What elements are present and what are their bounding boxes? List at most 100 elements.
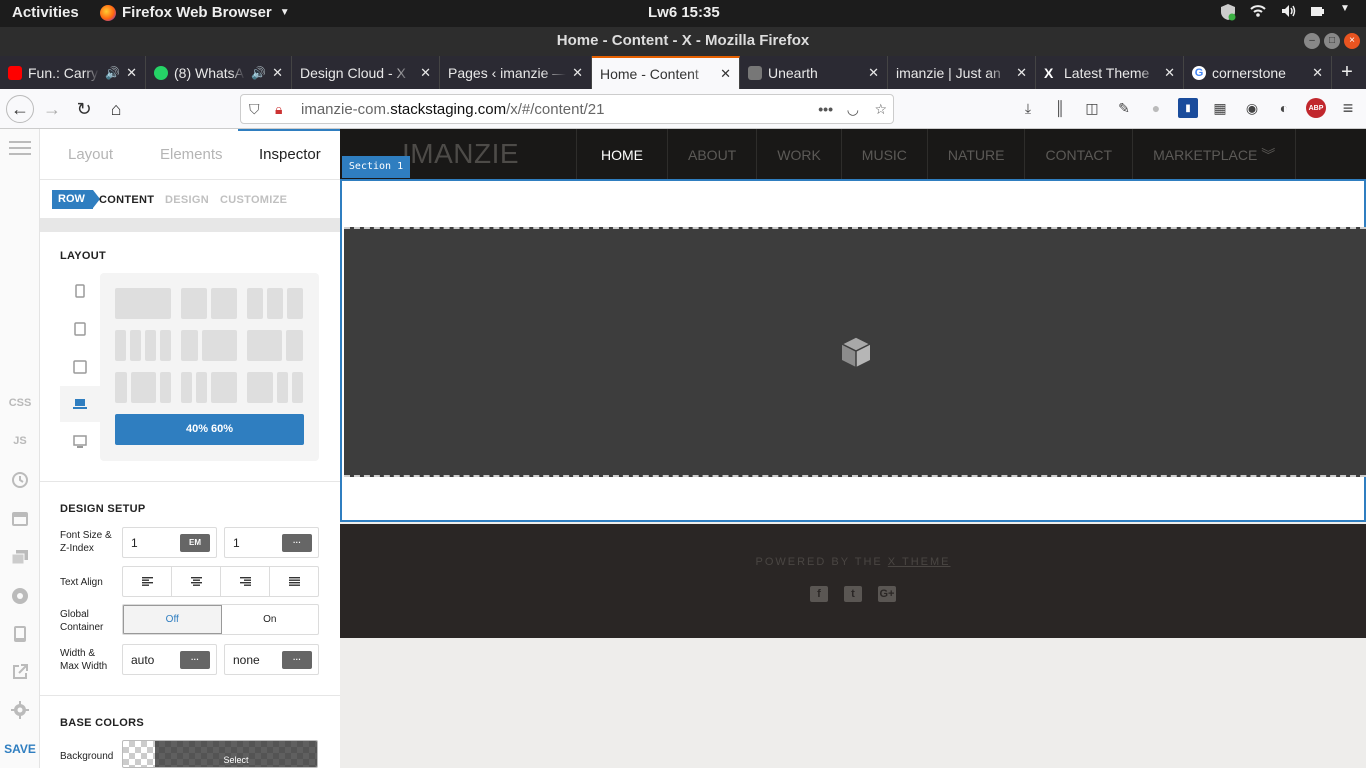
settings-gear-icon[interactable] xyxy=(0,701,40,722)
menu-item-home[interactable]: HOME xyxy=(577,129,668,180)
tab-youtube[interactable]: Fun.: Carry 🔊 ✕ xyxy=(0,56,146,89)
save-button[interactable]: SAVE xyxy=(0,742,40,756)
tab-latest-theme[interactable]: X Latest Theme ✕ xyxy=(1036,56,1184,89)
layout-option-2-1-1[interactable] xyxy=(277,372,288,403)
font-size-unit-button[interactable]: EM xyxy=(180,534,210,552)
z-index-more-button[interactable]: ··· xyxy=(282,534,312,552)
app-menu[interactable]: Firefox Web Browser ▼ xyxy=(100,4,290,21)
account-icon[interactable]: ◉ xyxy=(1242,98,1262,118)
tab-design-cloud[interactable]: Design Cloud - X ✕ xyxy=(292,56,440,89)
adblock-icon[interactable]: ABP xyxy=(1306,98,1326,118)
extension-bars-icon[interactable]: ▮ xyxy=(1178,98,1198,118)
menu-item-about[interactable]: ABOUT xyxy=(668,129,758,180)
align-left-icon[interactable] xyxy=(123,567,172,596)
device-laptop-icon[interactable] xyxy=(60,386,100,422)
hamburger-menu-icon[interactable]: ≡ xyxy=(1338,98,1358,118)
download-icon[interactable]: ⤓ xyxy=(1018,98,1038,118)
close-tab-icon[interactable]: ✕ xyxy=(420,65,431,81)
close-tab-icon[interactable]: ✕ xyxy=(272,65,283,81)
extension-moon-icon[interactable]: ● xyxy=(1146,98,1166,118)
wifi-icon[interactable] xyxy=(1250,3,1266,19)
width-more-button[interactable]: ··· xyxy=(180,651,210,669)
layout-option-1-3[interactable] xyxy=(202,330,237,361)
layout-option-4col[interactable] xyxy=(130,330,141,361)
layout-option-2col-b[interactable] xyxy=(211,288,237,319)
close-tab-icon[interactable]: ✕ xyxy=(720,66,731,82)
twitter-icon[interactable]: t xyxy=(844,586,862,602)
templates-icon[interactable] xyxy=(0,511,40,530)
tracking-shield-icon[interactable]: ⛉ xyxy=(249,101,260,118)
layout-option-3col-b[interactable] xyxy=(267,288,283,319)
max-width-field[interactable]: none ··· xyxy=(224,644,319,675)
tab-cornerstone[interactable]: G cornerstone ✕ xyxy=(1184,56,1332,89)
layout-option-1-1-2[interactable] xyxy=(196,372,207,403)
layout-option-3col-a[interactable] xyxy=(247,288,263,319)
volume-icon[interactable] xyxy=(1280,3,1296,19)
layout-option-2-1-1[interactable] xyxy=(247,372,273,403)
library-icon[interactable]: ║ xyxy=(1050,98,1070,118)
close-window-button[interactable]: × xyxy=(1344,33,1360,49)
power-menu-caret-icon[interactable]: ▼ xyxy=(1340,3,1356,19)
layout-option-1col[interactable] xyxy=(115,288,171,319)
selected-row[interactable] xyxy=(344,227,1366,477)
menu-item-music[interactable]: MUSIC xyxy=(842,129,928,180)
close-tab-icon[interactable]: ✕ xyxy=(1164,65,1175,81)
custom-ratio-button[interactable]: 40% 60% xyxy=(115,414,304,445)
tab-elements[interactable]: Elements xyxy=(160,146,223,163)
z-index-field[interactable]: 1 ··· xyxy=(224,527,319,558)
global-container-off-button[interactable]: Off xyxy=(123,605,222,634)
menu-item-work[interactable]: WORK xyxy=(757,129,842,180)
js-button[interactable]: JS xyxy=(0,435,40,447)
url-text[interactable]: imanzie-com.stackstaging.com/x/#/content… xyxy=(301,101,604,118)
close-tab-icon[interactable]: ✕ xyxy=(868,65,879,81)
max-width-more-button[interactable]: ··· xyxy=(282,651,312,669)
tab-pages[interactable]: Pages ‹ imanzie — ✕ xyxy=(440,56,592,89)
page-actions-icon[interactable]: ••• xyxy=(818,101,833,117)
back-button[interactable]: ← xyxy=(6,95,34,123)
align-justify-icon[interactable] xyxy=(270,567,318,596)
device-sm-phone-icon[interactable] xyxy=(60,311,100,347)
tab-home-content[interactable]: Home - Content ✕ xyxy=(592,56,740,89)
insecure-lock-icon[interactable]: 🔒︎ xyxy=(275,101,282,118)
shield-icon[interactable] xyxy=(1220,3,1236,21)
menu-item-marketplace[interactable]: MARKETPLACE ︾ xyxy=(1133,129,1297,180)
layout-option-1-1-2[interactable] xyxy=(181,372,192,403)
subtab-content[interactable]: CONTENT xyxy=(99,194,154,206)
tab-layout[interactable]: Layout xyxy=(68,146,113,163)
minimize-button[interactable]: – xyxy=(1304,33,1320,49)
layout-option-1-2-1[interactable] xyxy=(115,372,127,403)
close-tab-icon[interactable]: ✕ xyxy=(1016,65,1027,81)
bookmark-star-icon[interactable]: ☆ xyxy=(874,101,887,118)
layout-option-4col[interactable] xyxy=(145,330,156,361)
tab-imanzie[interactable]: imanzie | Just an ✕ xyxy=(888,56,1036,89)
view-site-icon[interactable] xyxy=(0,663,40,684)
tab-inspector[interactable]: Inspector xyxy=(259,146,321,163)
home-button[interactable]: ⌂ xyxy=(102,95,130,123)
menu-icon[interactable] xyxy=(0,141,40,158)
clock[interactable]: Lw6 15:35 xyxy=(648,4,720,21)
activities-button[interactable]: Activities xyxy=(12,4,79,21)
subtab-design[interactable]: DESIGN xyxy=(165,194,209,206)
site-logo[interactable]: IMANZIE xyxy=(402,138,519,170)
menu-item-contact[interactable]: CONTACT xyxy=(1025,129,1134,180)
font-size-field[interactable]: 1 EM xyxy=(122,527,217,558)
width-field[interactable]: auto ··· xyxy=(122,644,217,675)
speaker-icon[interactable]: 🔊 xyxy=(251,66,266,80)
x-theme-link[interactable]: X THEME xyxy=(888,556,951,568)
layout-option-2col-a[interactable] xyxy=(181,288,207,319)
close-tab-icon[interactable]: ✕ xyxy=(1312,65,1323,81)
layout-option-4col[interactable] xyxy=(160,330,171,361)
tab-unearth[interactable]: Unearth ✕ xyxy=(740,56,888,89)
skeleton-icon[interactable] xyxy=(0,587,40,608)
align-center-icon[interactable] xyxy=(172,567,221,596)
css-button[interactable]: CSS xyxy=(0,397,40,409)
global-container-on-button[interactable]: On xyxy=(222,605,319,634)
facebook-icon[interactable]: f xyxy=(810,586,828,602)
history-icon[interactable] xyxy=(0,471,40,492)
menu-item-nature[interactable]: NATURE xyxy=(928,129,1026,180)
layout-option-3-1[interactable] xyxy=(286,330,303,361)
device-xs-phone-icon[interactable] xyxy=(60,273,100,309)
extension-grid-icon[interactable]: ▦ xyxy=(1210,98,1230,118)
layout-option-1-1-2[interactable] xyxy=(211,372,237,403)
layout-option-2-1-1[interactable] xyxy=(292,372,303,403)
